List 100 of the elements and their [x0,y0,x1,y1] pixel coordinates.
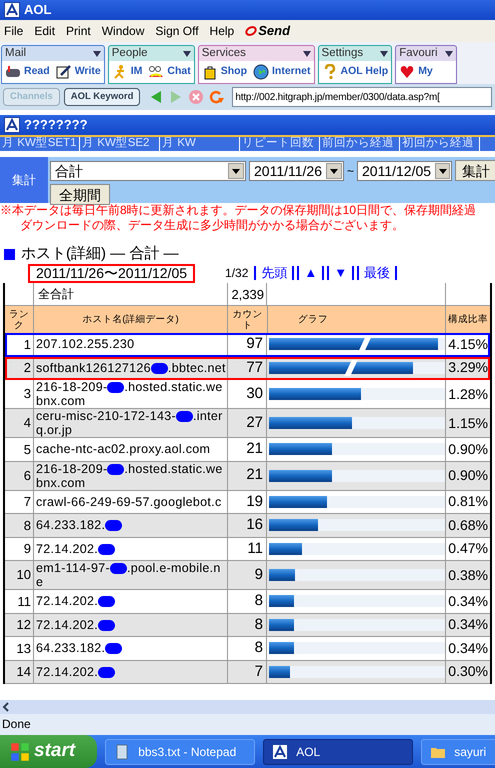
notice-text: ダウンロードの際、データ生成に多少時間がかかる場合がございます。 [19,218,405,233]
notice-text: ※本データは毎日午前8時に更新されます。データの保存期間は10日間で、保存期間経過 [0,203,478,218]
toolbar-button[interactable]: Write [56,64,101,80]
toolbar-button[interactable]: Read [5,64,50,80]
host-name: 64.233.182. [36,518,122,532]
taskbar-button[interactable]: AOL [263,738,414,764]
host-name: 72.14.202. [36,594,116,608]
send-logo-icon [245,25,258,37]
rank-cell-text: 11 [16,592,32,610]
aol-logo-icon [4,2,20,18]
host-name: crawl-66-249-69-57.googlebot.c [36,494,222,509]
count-cell: 9 [227,561,267,589]
refresh-icon[interactable] [208,89,224,105]
host-name: ceru-misc-210-172-143- .interq.or.jp [36,409,224,437]
heart-icon [399,64,416,80]
send-label: Send [258,22,290,40]
count-cell: 16 [227,514,267,536]
rank-cell-text: 3 [22,385,32,404]
tab[interactable]: 前回から経過 [320,137,400,151]
count-cell: 8 [227,614,267,636]
windows-flag-icon [10,742,30,762]
taskbar-button[interactable]: sayuri [421,738,495,764]
rank-cell-text: 4 [22,414,32,432]
percent-cell: 0.90% [445,462,490,490]
group-title: Settings [322,46,364,61]
taskbar-button[interactable]: bbs3.txt - Notepad [105,738,256,764]
count-cell: 7 [227,660,267,683]
percent-cell: 0.34% [445,637,490,660]
menu-item[interactable]: File [4,22,24,40]
pager-link[interactable]: ▲ [297,266,324,280]
menu-item[interactable]: Print [66,22,91,40]
end-date-select[interactable]: 2011/12/05 [357,160,452,180]
host-name: 64.233.182. [36,641,122,656]
host-name: 207.102.255.230 [36,337,134,352]
percent-cell: 0.30% [445,660,490,683]
toolbar-button[interactable]: Internet [253,64,311,80]
tab[interactable]: 初回から経過 [400,137,480,151]
start-button[interactable]: start [0,735,98,768]
tab[interactable]: リピート回数 [240,137,320,151]
count-cell: 11 [227,538,267,560]
menu-item[interactable]: Edit [34,22,56,40]
pager-link[interactable]: ▼ [327,266,354,280]
inner-window-title: ???????? [24,116,88,134]
nav-button[interactable]: AOL Keyword [64,88,140,106]
host-name: 216-18-209- .hosted.static.webnx.com [36,462,224,490]
date-range: 2011/11/26〜2011/12/05 [28,264,196,282]
rank-cell-text: 14 [16,663,32,681]
start-date-select[interactable]: 2011/11/26 [249,160,344,180]
status-text: Done [0,714,495,735]
column-header: ランク [8,308,30,332]
aol-logo-icon [272,744,288,760]
pencil-icon [56,64,72,80]
percent-cell: 0.38% [445,561,490,589]
stop-icon[interactable] [188,89,204,105]
pager-link[interactable]: 最後 [357,266,398,280]
host-name: 72.14.202. [36,664,116,679]
menu-item[interactable]: Sign Off [155,22,199,40]
percent-cell: 1.15% [445,409,490,437]
toolbar-button[interactable]: IM [112,64,142,80]
percent-cell: 4.15% [445,333,490,356]
percent-cell: 0.81% [445,490,490,513]
percent-cell: 0.34% [445,590,490,612]
menu-item[interactable]: Help [210,22,234,40]
page-indicator: 1/32 [225,265,248,282]
tab[interactable]: 月 KW型SE2 [80,137,160,151]
rank-cell-text: 9 [22,540,32,558]
menu-item[interactable]: Window [102,22,144,40]
rank-cell-text: 6 [22,466,32,485]
tab[interactable]: 月 KW型SET1 [0,137,80,151]
all-period-button[interactable]: 全期間 [50,184,110,205]
mailbox-icon [5,64,21,80]
toolbar-button[interactable]: AOL Help [322,64,388,80]
toolbar-button[interactable]: Shop [202,64,248,80]
host-name: em1-114-97- .pool.e-mobile.ne [36,561,222,589]
group-title: People [112,46,148,61]
count-cell: 27 [227,409,267,437]
caret-icon [182,50,191,58]
host-name: cache-ntc-ac02.proxy.aol.com [36,442,210,456]
aggregate-button[interactable]: 集計 [455,160,495,181]
count-cell: 21 [227,438,267,460]
address-field[interactable]: http://002.hitgraph.jp/member/0300/data.asp?m[ [232,87,492,107]
caret-icon [92,50,101,58]
percent-cell: 1.28% [445,380,490,408]
caret-icon [380,50,388,58]
count-cell: 97 [227,333,267,356]
notepad-icon [114,744,130,760]
tab[interactable]: 月 KW [160,137,240,151]
filter-label: 集計 [0,157,48,203]
rank-cell-text: 13 [16,640,32,658]
send-menu[interactable]: Send [245,21,290,41]
host-name: softbank126127126 .bbtec.net [36,360,226,375]
group-title: Favouri [399,46,438,61]
caret-icon [302,50,311,58]
toolbar-button[interactable]: Chat [148,64,191,80]
toolbar-button[interactable]: My [399,64,433,80]
group-title: Mail [5,46,26,61]
pager-link[interactable]: 先頭 [254,266,294,280]
rank-cell-text: 7 [22,493,32,511]
percent-cell: 3.29% [445,356,490,379]
category-select[interactable]: 合計 [50,160,246,180]
